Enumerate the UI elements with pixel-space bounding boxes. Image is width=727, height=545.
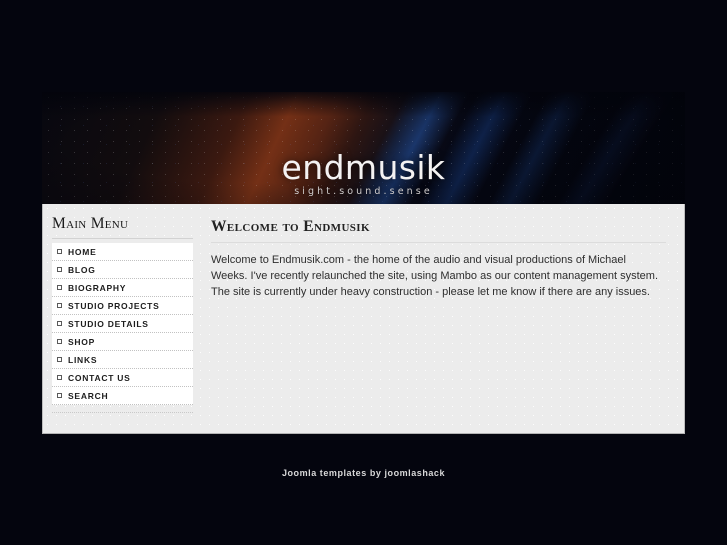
sidebar-item-search[interactable]: Search bbox=[52, 387, 193, 405]
main-menu-list: Home Blog Biography Studio Projects Stud… bbox=[52, 243, 193, 405]
main-panel: Main Menu Home Blog Biography Studio Pro… bbox=[42, 204, 685, 434]
square-bullet-icon bbox=[57, 393, 62, 398]
square-bullet-icon bbox=[57, 249, 62, 254]
square-bullet-icon bbox=[57, 285, 62, 290]
sidebar-item-label: Studio Projects bbox=[68, 301, 160, 311]
site-page: endmusik sight.sound.sense Main Menu Hom… bbox=[42, 92, 685, 434]
sidebar-item-links[interactable]: Links bbox=[52, 351, 193, 369]
sidebar-item-contact-us[interactable]: Contact Us bbox=[52, 369, 193, 387]
site-banner: endmusik sight.sound.sense bbox=[42, 92, 685, 204]
article-body: Welcome to Endmusik.com - the home of th… bbox=[211, 254, 659, 298]
sidebar-item-studio-details[interactable]: Studio Details bbox=[52, 315, 193, 333]
square-bullet-icon bbox=[57, 267, 62, 272]
sidebar-item-label: Links bbox=[68, 355, 98, 365]
sidebar-item-blog[interactable]: Blog bbox=[52, 261, 193, 279]
square-bullet-icon bbox=[57, 375, 62, 380]
sidebar-item-label: Studio Details bbox=[68, 319, 149, 329]
sidebar-item-biography[interactable]: Biography bbox=[52, 279, 193, 297]
sidebar-item-label: Blog bbox=[68, 265, 96, 275]
square-bullet-icon bbox=[57, 357, 62, 362]
sidebar: Main Menu Home Blog Biography Studio Pro… bbox=[43, 204, 202, 433]
sidebar-item-home[interactable]: Home bbox=[52, 243, 193, 261]
square-bullet-icon bbox=[57, 339, 62, 344]
main-menu-heading: Main Menu bbox=[52, 215, 193, 239]
sidebar-item-label: Home bbox=[68, 247, 97, 257]
logo-tagline: sight.sound.sense bbox=[294, 185, 433, 197]
square-bullet-icon bbox=[57, 303, 62, 308]
sidebar-divider bbox=[52, 412, 193, 413]
logo-wordmark: endmusik bbox=[281, 147, 446, 187]
page-title: Welcome to Endmusik bbox=[211, 218, 666, 243]
sidebar-item-label: Search bbox=[68, 391, 109, 401]
site-logo[interactable]: endmusik sight.sound.sense bbox=[42, 151, 685, 197]
content-area: Welcome to Endmusik Welcome to Endmusik.… bbox=[202, 204, 684, 433]
sidebar-item-label: Shop bbox=[68, 337, 96, 347]
footer-credit[interactable]: Joomla templates by joomlashack bbox=[0, 468, 727, 478]
sidebar-item-label: Biography bbox=[68, 283, 127, 293]
square-bullet-icon bbox=[57, 321, 62, 326]
sidebar-item-label: Contact Us bbox=[68, 373, 131, 383]
sidebar-item-shop[interactable]: Shop bbox=[52, 333, 193, 351]
sidebar-item-studio-projects[interactable]: Studio Projects bbox=[52, 297, 193, 315]
